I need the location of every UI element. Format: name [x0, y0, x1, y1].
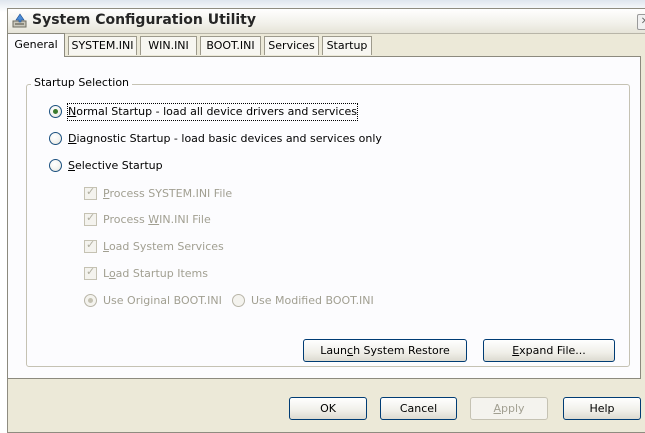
load-startup-items-label: Load Startup Items — [103, 267, 208, 280]
tab-services[interactable]: Services — [264, 36, 319, 55]
tab-system-ini[interactable]: SYSTEM.INI — [68, 36, 137, 55]
normal-startup-radio[interactable] — [49, 105, 62, 118]
use-modified-boot-ini-label: Use Modified BOOT.INI — [251, 294, 374, 307]
title-bar[interactable]: System Configuration Utility ✕ — [8, 9, 645, 34]
apply-button[interactable]: Apply — [470, 397, 548, 420]
load-system-services-checkbox[interactable]: ✓ — [84, 238, 97, 253]
help-button[interactable]: Help — [563, 397, 641, 420]
load-startup-items-checkbox[interactable]: ✓ — [84, 265, 97, 280]
expand-file-button[interactable]: Expand File... — [483, 339, 615, 362]
startup-selection-title: Startup Selection — [31, 76, 133, 89]
launch-system-restore-button[interactable]: Launch System Restore — [303, 339, 467, 362]
use-original-boot-ini-radio[interactable] — [84, 294, 97, 307]
diagnostic-startup-radio[interactable] — [49, 132, 62, 145]
tab-startup[interactable]: Startup — [322, 36, 372, 55]
tab-win-ini[interactable]: WIN.INI — [140, 36, 197, 55]
selective-startup-radio[interactable] — [49, 159, 62, 172]
use-modified-boot-ini-radio[interactable] — [232, 294, 245, 307]
tab-general[interactable]: General — [7, 33, 65, 57]
process-system-ini-label: Process SYSTEM.INI File — [103, 187, 233, 200]
diagnostic-startup-label: Diagnostic Startup - load basic devices … — [68, 132, 382, 145]
ok-button[interactable]: OK — [289, 397, 367, 420]
process-system-ini-checkbox[interactable]: ✓ — [84, 185, 97, 200]
use-original-boot-ini-label: Use Original BOOT.INI — [103, 294, 222, 307]
close-button[interactable]: ✕ — [637, 14, 645, 30]
selective-startup-label: Selective Startup — [68, 159, 163, 172]
system-config-icon — [12, 13, 27, 28]
window-title: System Configuration Utility — [32, 12, 256, 28]
tab-boot-ini[interactable]: BOOT.INI — [200, 36, 261, 55]
normal-startup-label: Normal Startup - load all device drivers… — [67, 103, 358, 121]
cancel-button[interactable]: Cancel — [380, 397, 457, 420]
process-win-ini-checkbox[interactable]: ✓ — [84, 211, 97, 226]
load-system-services-label: Load System Services — [103, 240, 224, 253]
process-win-ini-label: Process WIN.INI File — [103, 213, 211, 226]
